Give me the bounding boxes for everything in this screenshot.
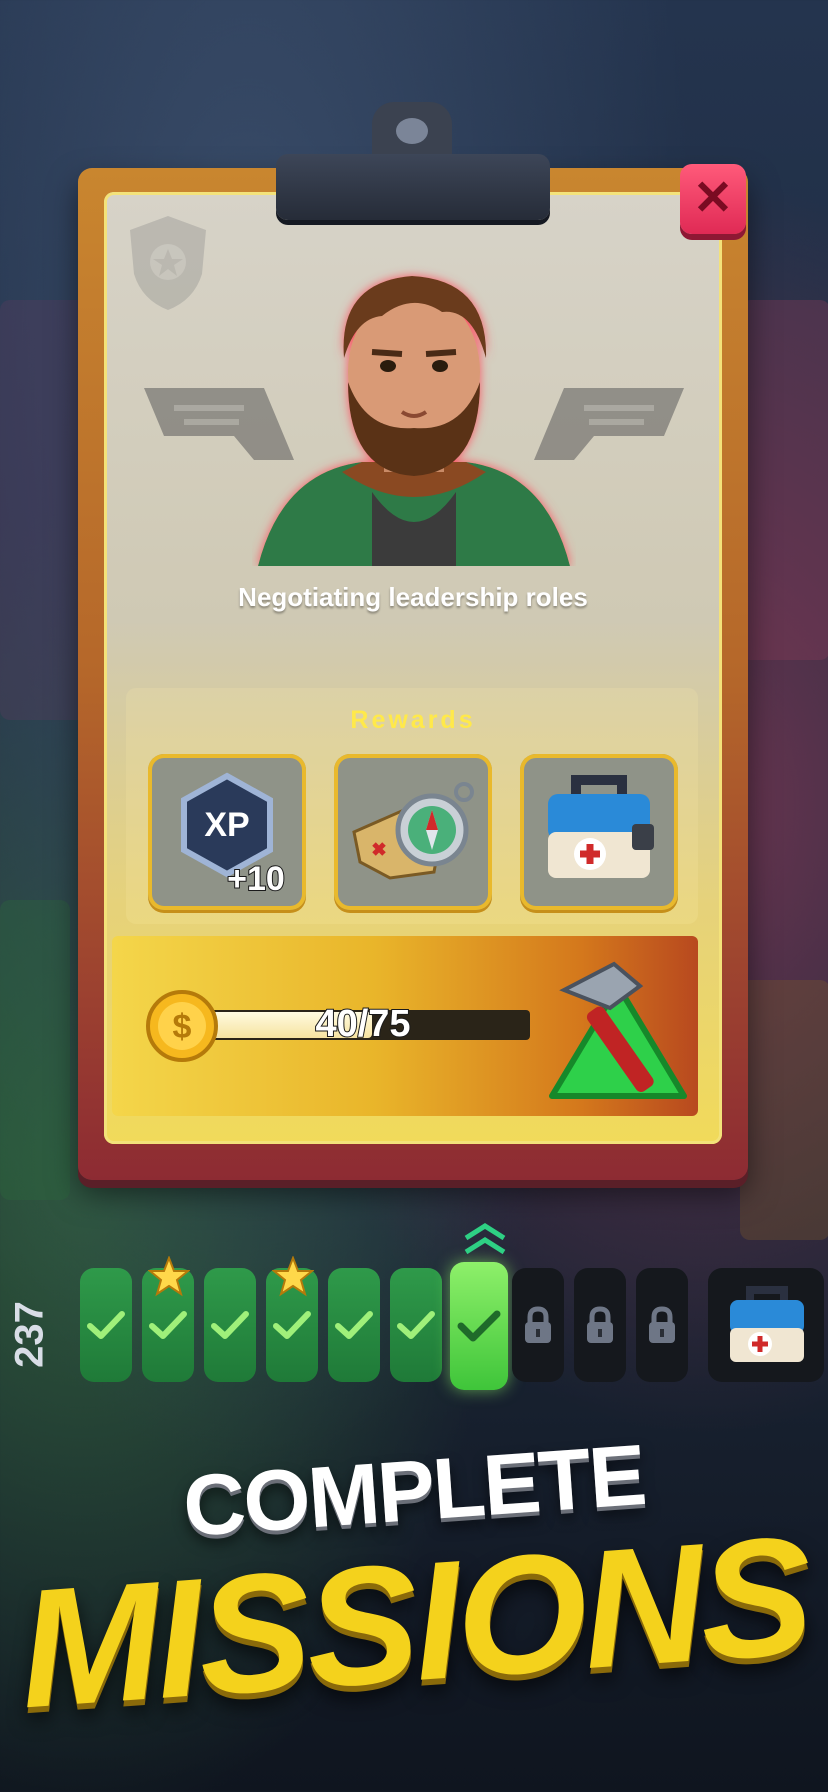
mission-step[interactable]: [80, 1268, 132, 1382]
character-portrait: [258, 276, 570, 566]
lock-icon: [649, 1306, 675, 1343]
star-icon: [148, 1256, 190, 1297]
mission-step[interactable]: [328, 1268, 380, 1382]
check-icon: [273, 1311, 311, 1339]
progress-text: 40/75: [314, 1002, 411, 1046]
xp-amount: +10: [227, 860, 285, 898]
reward-medkit[interactable]: [520, 754, 678, 910]
check-icon: [335, 1311, 373, 1339]
coin-icon: $: [146, 990, 218, 1062]
background-building: [740, 980, 828, 1240]
medkit-icon: [548, 775, 654, 878]
check-icon: [149, 1311, 187, 1339]
close-button[interactable]: ✕: [680, 164, 746, 234]
star-icon: [272, 1256, 314, 1297]
craft-button[interactable]: [544, 946, 692, 1106]
check-icon: [397, 1311, 435, 1339]
lock-icon: [525, 1306, 551, 1343]
police-badge-icon: [130, 216, 206, 310]
mission-step[interactable]: [574, 1268, 626, 1382]
lock-icon: [587, 1306, 613, 1343]
check-icon: [211, 1311, 249, 1339]
current-step-chevron-icon: [464, 1223, 506, 1255]
reward-xp[interactable]: XP +10: [148, 754, 306, 910]
clipboard-clip: [276, 154, 550, 220]
background-building: [0, 300, 90, 720]
final-reward-slot[interactable]: [708, 1268, 824, 1382]
mission-step[interactable]: [512, 1268, 564, 1382]
mission-step[interactable]: [204, 1268, 256, 1382]
coin-symbol: $: [173, 1008, 192, 1046]
mission-step[interactable]: [450, 1262, 508, 1390]
mission-step[interactable]: [390, 1268, 442, 1382]
close-icon: ✕: [692, 172, 734, 225]
check-icon: [457, 1310, 501, 1342]
reward-map[interactable]: [334, 754, 492, 910]
map-compass-icon: [352, 782, 474, 880]
background-building: [0, 900, 70, 1200]
mission-step[interactable]: [636, 1268, 688, 1382]
xp-hexagon-icon: XP +10: [181, 772, 286, 899]
mission-title: Negotiating leadership roles: [238, 582, 588, 612]
check-icon: [87, 1311, 125, 1339]
background-building: [740, 300, 828, 660]
medkit-icon: [730, 1286, 804, 1362]
xp-label: XP: [204, 806, 249, 844]
level-number: 237: [7, 1301, 52, 1368]
rewards-label: Rewards: [350, 706, 476, 734]
